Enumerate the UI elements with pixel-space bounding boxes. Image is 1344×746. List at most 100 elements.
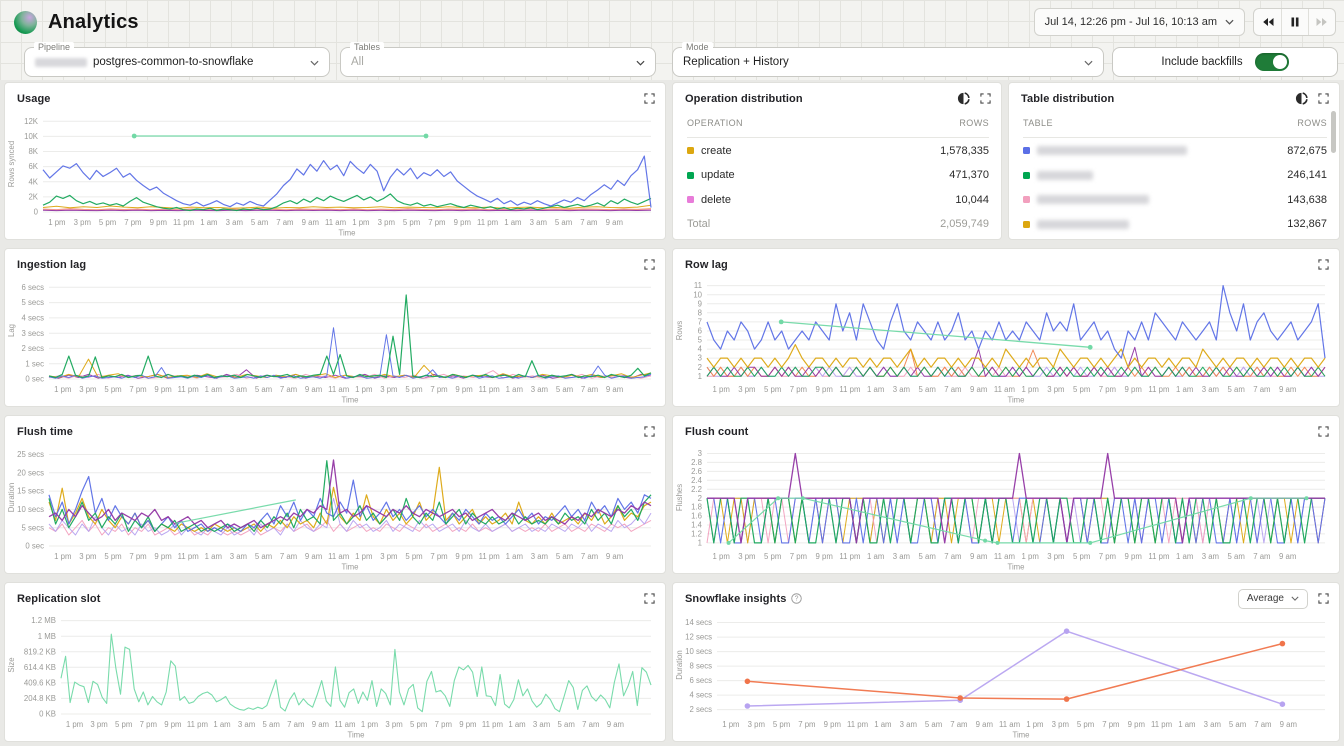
flush-count-chart: 11.21.41.61.822.22.42.62.831 pm3 pm5 pm7… [673, 440, 1339, 574]
svg-text:8 secs: 8 secs [689, 662, 712, 671]
expand-icon[interactable] [644, 93, 655, 104]
svg-text:3 pm: 3 pm [79, 552, 96, 561]
svg-text:6 secs: 6 secs [21, 283, 44, 292]
svg-text:9 pm: 9 pm [454, 218, 471, 227]
ingestion-lag-chart: 0 sec1 sec2 secs3 secs4 secs5 secs6 secs… [5, 273, 665, 407]
svg-text:9 pm: 9 pm [816, 385, 833, 394]
svg-text:11 am: 11 am [994, 552, 1015, 561]
svg-text:10: 10 [693, 290, 702, 299]
pie-chart-icon[interactable] [957, 92, 970, 105]
svg-text:0: 0 [34, 208, 39, 217]
svg-text:3 pm: 3 pm [385, 720, 402, 729]
fast-forward-button[interactable] [1308, 9, 1335, 35]
svg-text:1 pm: 1 pm [722, 720, 739, 729]
card-title: Row lag [685, 259, 728, 271]
svg-text:1 pm: 1 pm [1026, 720, 1043, 729]
svg-text:7 pm: 7 pm [1102, 720, 1119, 729]
expand-icon[interactable] [1318, 259, 1329, 270]
svg-text:5 am: 5 am [556, 385, 573, 394]
svg-text:11 pm: 11 pm [178, 385, 199, 394]
svg-text:1 pm: 1 pm [48, 218, 65, 227]
card-row-lag: Row lag 12345678910111 pm3 pm5 pm7 pm9 p… [672, 248, 1340, 407]
svg-text:5 am: 5 am [263, 720, 280, 729]
expand-icon[interactable] [644, 593, 655, 604]
date-range-label: Jul 14, 12:26 pm - Jul 16, 10:13 am [1045, 16, 1217, 28]
expand-icon[interactable] [1318, 426, 1329, 437]
svg-text:Time: Time [341, 563, 358, 572]
svg-text:1 am: 1 am [504, 218, 521, 227]
pipeline-select[interactable]: Pipeline postgres-common-to-snowflake [24, 47, 330, 77]
svg-text:9 am: 9 am [606, 385, 623, 394]
include-backfills-label: Include backfills [1161, 56, 1242, 68]
card-usage: Usage 02K4K6K8K10K12K1 pm3 pm5 pm7 pm9 p… [4, 82, 666, 240]
svg-text:7 am: 7 am [944, 552, 961, 561]
svg-text:7 pm: 7 pm [1099, 552, 1116, 561]
chevron-down-icon [1291, 596, 1299, 601]
svg-text:1 am: 1 am [1176, 385, 1193, 394]
help-icon[interactable]: ? [791, 593, 802, 604]
svg-text:11 pm: 11 pm [479, 385, 500, 394]
svg-text:1.4: 1.4 [691, 521, 703, 530]
svg-text:9 pm: 9 pm [1128, 720, 1145, 729]
svg-text:9 am: 9 am [976, 720, 993, 729]
svg-text:11: 11 [694, 281, 702, 290]
expand-icon[interactable] [980, 93, 991, 104]
expand-icon[interactable] [644, 426, 655, 437]
svg-text:5 am: 5 am [919, 385, 936, 394]
svg-text:11 pm: 11 pm [477, 218, 498, 227]
svg-text:7 am: 7 am [581, 552, 598, 561]
svg-text:Time: Time [338, 229, 355, 238]
svg-text:2: 2 [698, 494, 702, 503]
svg-text:3 am: 3 am [893, 385, 910, 394]
svg-text:5 pm: 5 pm [104, 385, 121, 394]
svg-text:2K: 2K [28, 193, 38, 202]
pause-button[interactable] [1281, 9, 1308, 35]
svg-text:9 pm: 9 pm [1125, 552, 1142, 561]
svg-text:9 am: 9 am [305, 552, 322, 561]
svg-text:12 secs: 12 secs [685, 633, 712, 642]
svg-text:3 am: 3 am [1204, 720, 1221, 729]
table-row: 132,867 [1023, 212, 1327, 237]
mode-select[interactable]: Mode Replication + History [672, 47, 1104, 77]
svg-text:5 pm: 5 pm [405, 552, 422, 561]
card-title: Snowflake insights [685, 593, 786, 605]
include-backfills-toggle[interactable] [1255, 53, 1289, 71]
scrollbar[interactable] [1331, 111, 1336, 153]
tables-select[interactable]: Tables All [340, 47, 656, 77]
svg-text:1 am: 1 am [1176, 552, 1193, 561]
card-title: Flush time [17, 426, 73, 438]
svg-text:7 am: 7 am [582, 720, 599, 729]
svg-text:5 am: 5 am [556, 552, 573, 561]
tables-value: All [351, 56, 364, 68]
svg-text:7 pm: 7 pm [124, 218, 141, 227]
expand-icon[interactable] [1318, 593, 1329, 604]
svg-text:1 pm: 1 pm [352, 218, 369, 227]
svg-text:9 pm: 9 pm [455, 385, 472, 394]
expand-icon[interactable] [644, 259, 655, 270]
operation-distribution-table: OPERATIONROWScreate1,578,335update471,37… [673, 107, 1001, 239]
card-title: Flush count [685, 426, 748, 438]
svg-text:5 am: 5 am [1228, 552, 1245, 561]
rewind-button[interactable] [1254, 9, 1281, 35]
svg-text:1 sec: 1 sec [25, 359, 44, 368]
svg-text:11 am: 11 am [325, 218, 346, 227]
svg-text:9 pm: 9 pm [154, 552, 171, 561]
svg-text:7 am: 7 am [1254, 720, 1271, 729]
svg-text:7 am: 7 am [580, 218, 597, 227]
topbar: Analytics Jul 14, 12:26 pm - Jul 16, 10:… [0, 0, 1344, 44]
aggregation-select[interactable]: Average [1238, 589, 1308, 609]
svg-text:15 secs: 15 secs [17, 487, 44, 496]
svg-text:7 am: 7 am [944, 385, 961, 394]
svg-text:20 secs: 20 secs [17, 468, 44, 477]
expand-icon[interactable] [1318, 93, 1329, 104]
svg-text:8K: 8K [28, 147, 38, 156]
date-range-picker[interactable]: Jul 14, 12:26 pm - Jul 16, 10:13 am [1034, 8, 1245, 36]
app-logo [14, 11, 37, 34]
svg-text:9 pm: 9 pm [150, 218, 167, 227]
svg-text:1 pm: 1 pm [54, 552, 71, 561]
svg-text:5 pm: 5 pm [764, 385, 781, 394]
table-row: 872,675 [1023, 139, 1327, 164]
svg-text:11 am: 11 am [328, 385, 349, 394]
svg-text:7 pm: 7 pm [798, 720, 815, 729]
pie-chart-icon[interactable] [1295, 92, 1308, 105]
